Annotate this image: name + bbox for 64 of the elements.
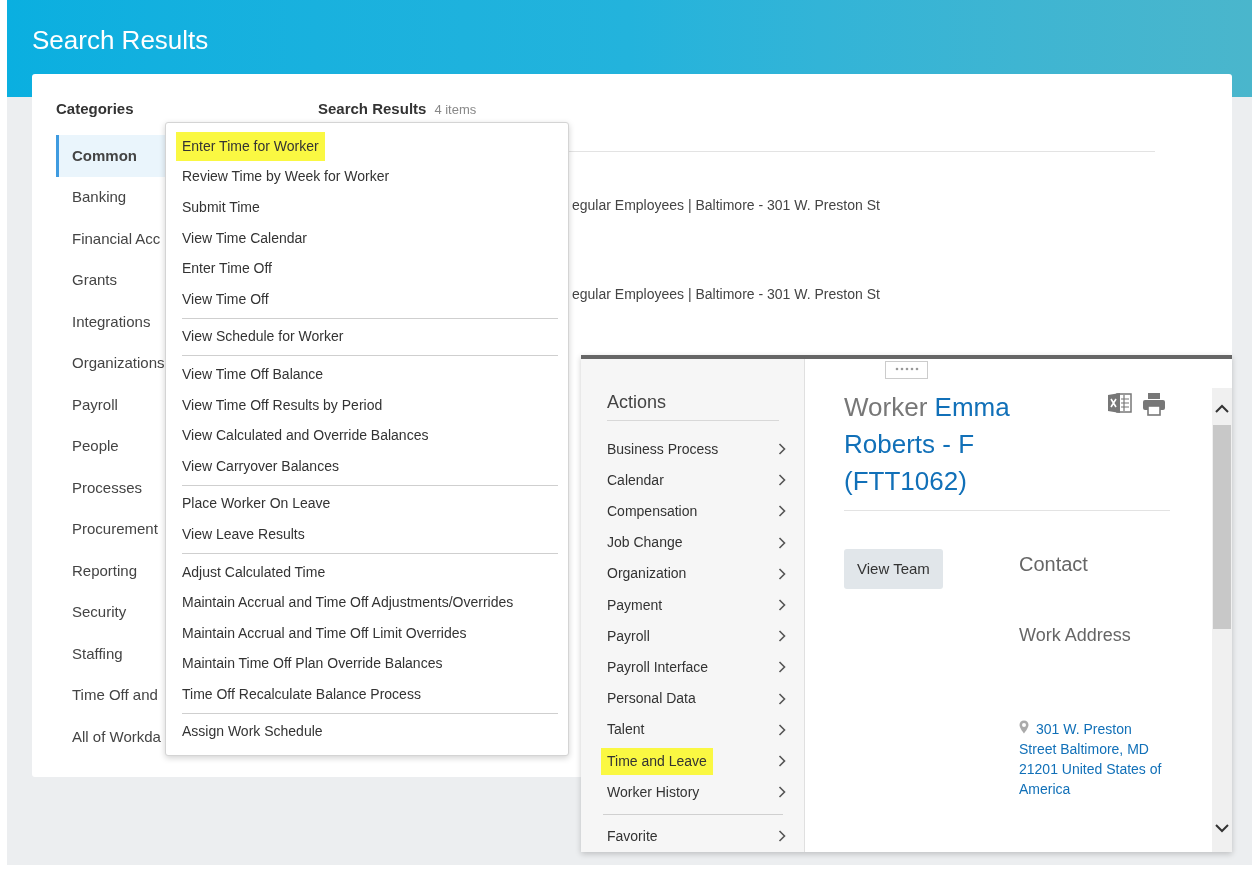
chevron-right-icon <box>778 599 786 612</box>
menu-item[interactable]: View Carryover Balances <box>176 451 345 481</box>
action-menu-item[interactable]: Personal Data <box>601 685 702 713</box>
results-count: 4 items <box>434 101 477 119</box>
scroll-thumb[interactable] <box>1213 425 1231 629</box>
action-menu-item[interactable]: Favorite <box>601 822 664 850</box>
print-icon[interactable] <box>1142 392 1166 416</box>
chevron-right-icon <box>778 505 786 518</box>
menu-item[interactable]: Place Worker On Leave <box>176 489 337 519</box>
chevron-right-icon <box>778 755 786 768</box>
scrollbar[interactable] <box>1212 388 1232 852</box>
view-team-button[interactable]: View Team <box>844 549 943 589</box>
menu-item[interactable]: Adjust Calculated Time <box>176 557 332 587</box>
action-menu-item[interactable]: Time and Leave <box>601 747 713 775</box>
menu-item[interactable]: Submit Time <box>176 193 266 222</box>
actions-heading: Actions <box>607 391 668 414</box>
menu-item[interactable]: Enter Time for Worker <box>176 131 325 161</box>
location-pin-icon <box>1019 720 1029 734</box>
action-menu-item[interactable]: Worker History <box>601 778 706 806</box>
result-detail: egular Employees | Baltimore - 301 W. Preston St <box>572 285 880 304</box>
menu-item[interactable]: View Time Off <box>176 284 275 314</box>
chevron-right-icon <box>778 661 786 674</box>
menu-item[interactable]: View Time Calendar <box>176 223 314 253</box>
worker-title: Worker Emma Roberts - F (FTT1062) <box>844 391 1011 498</box>
results-heading: Search Results <box>318 99 427 119</box>
action-menu-item[interactable]: Business Process <box>601 435 725 463</box>
scroll-down-icon[interactable] <box>1215 824 1229 833</box>
action-menu-item[interactable]: Organization <box>601 560 693 588</box>
chevron-right-icon <box>778 536 786 549</box>
menu-item[interactable]: View Time Off Balance <box>176 359 330 389</box>
drag-handle-icon[interactable] <box>885 361 928 379</box>
menu-item[interactable]: Maintain Accrual and Time Off Adjustments/Overrides <box>176 588 520 618</box>
chevron-right-icon <box>778 443 786 456</box>
action-menu-item[interactable]: Payroll <box>601 622 656 650</box>
chevron-right-icon <box>778 830 786 843</box>
action-menu-item[interactable]: Job Change <box>601 529 689 557</box>
chevron-right-icon <box>778 474 786 487</box>
menu-item[interactable]: View Schedule for Worker <box>176 322 350 352</box>
menu-item[interactable]: Maintain Time Off Plan Override Balances <box>176 649 449 679</box>
categories-heading: Categories <box>56 99 135 119</box>
menu-item[interactable]: Assign Work Schedule <box>176 717 329 747</box>
action-menu-item[interactable]: Compensation <box>601 497 704 525</box>
menu-item[interactable]: Maintain Accrual and Time Off Limit Overrides <box>176 618 473 648</box>
address-link[interactable]: 301 W. Preston Street Baltimore, MD 21201 United States of America <box>1019 719 1169 799</box>
result-detail: egular Employees | Baltimore - 301 W. Preston St <box>572 196 880 215</box>
chevron-right-icon <box>778 786 786 799</box>
action-menu-item[interactable]: Talent <box>601 716 651 744</box>
work-address-heading: Work Address <box>1019 624 1132 647</box>
action-menu-item[interactable]: Calendar <box>601 466 670 494</box>
menu-item[interactable]: View Leave Results <box>176 519 311 549</box>
menu-item[interactable]: Enter Time Off <box>176 254 278 284</box>
chevron-right-icon <box>778 630 786 643</box>
spreadsheet-export-icon[interactable] <box>1108 392 1132 414</box>
page-title: Search Results <box>32 24 209 56</box>
scroll-up-icon[interactable] <box>1215 404 1229 413</box>
menu-item[interactable]: View Time Off Results by Period <box>176 390 389 420</box>
chevron-right-icon <box>778 567 786 580</box>
contact-heading: Contact <box>1019 552 1089 577</box>
action-menu-item[interactable]: Payment <box>601 591 669 619</box>
chevron-right-icon <box>778 723 786 736</box>
action-menu-item[interactable]: Payroll Interface <box>601 653 715 681</box>
menu-item[interactable]: Time Off Recalculate Balance Process <box>176 679 427 709</box>
menu-item[interactable]: View Calculated and Override Balances <box>176 421 435 451</box>
chevron-right-icon <box>778 692 786 705</box>
